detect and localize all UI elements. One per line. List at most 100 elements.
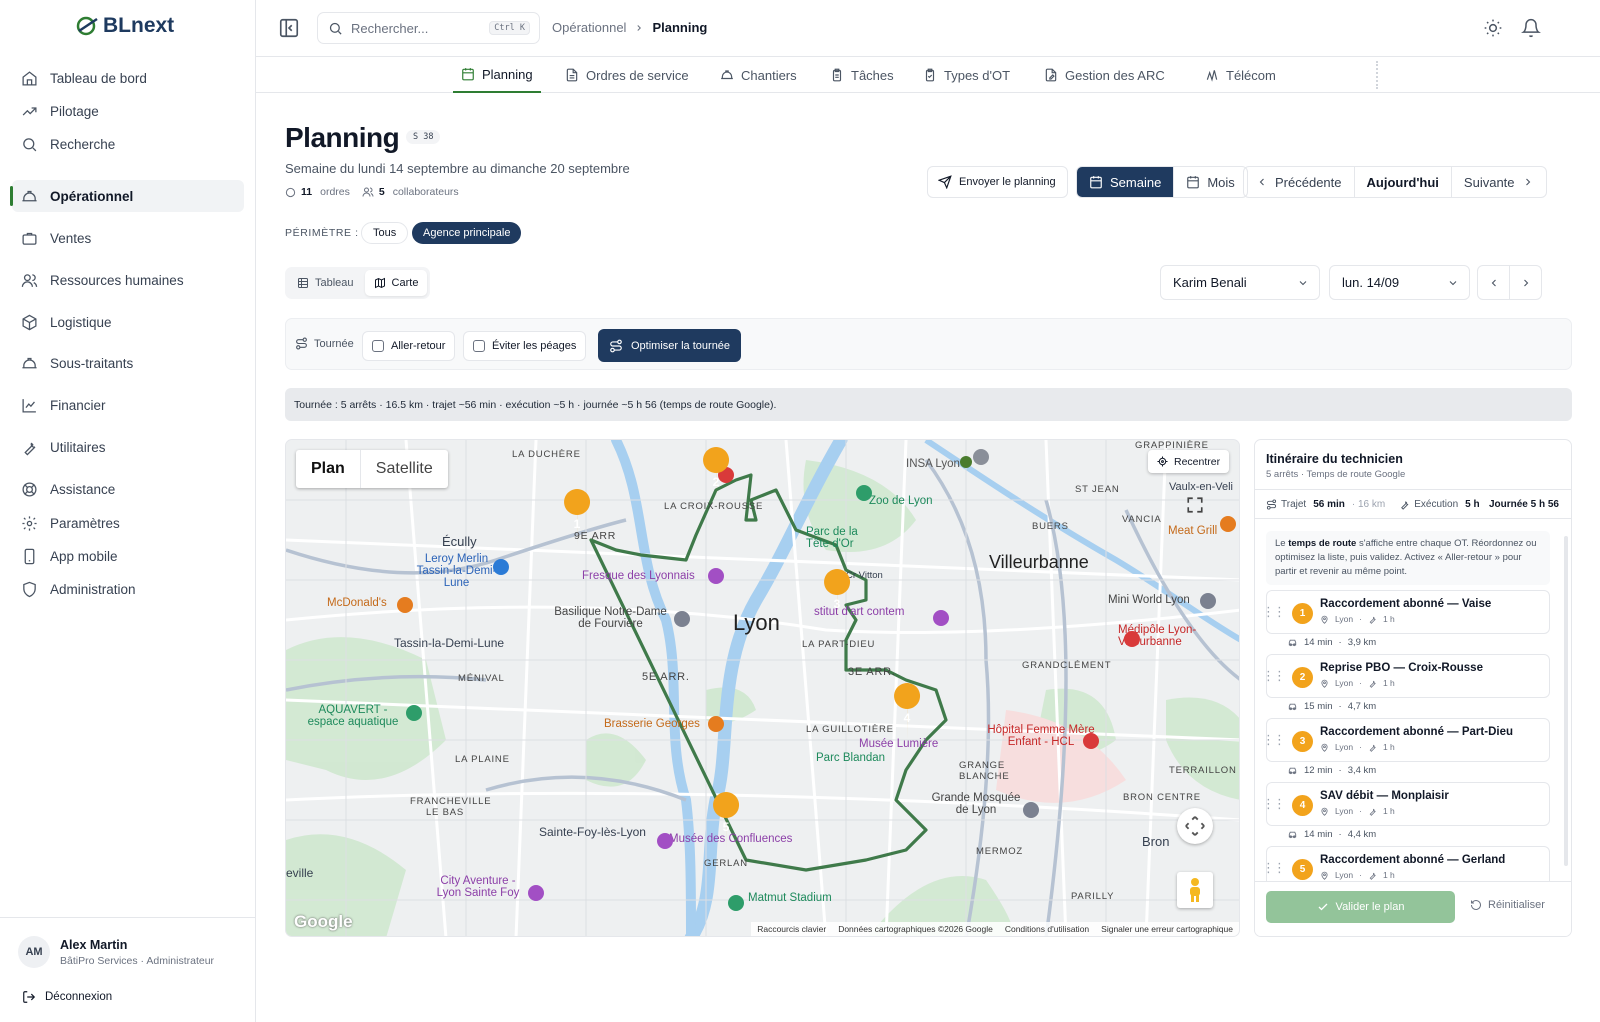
wrench-icon: [1369, 744, 1376, 752]
tab-planning[interactable]: Planning: [453, 57, 541, 93]
breadcrumb-item[interactable]: Opérationnel: [552, 20, 626, 35]
map-pan-control[interactable]: [1177, 808, 1213, 844]
perimetre-option-tous[interactable]: Tous: [361, 222, 409, 244]
leg-sep: ·: [1338, 701, 1342, 712]
next-day-button[interactable]: [1509, 265, 1542, 300]
route-icon: [610, 339, 622, 352]
itinerary-subtitle: 5 arrêts · Temps de route Google: [1266, 469, 1406, 480]
sidebar-item-administration[interactable]: Administration: [12, 573, 244, 605]
sidebar-item-sous-traitants[interactable]: Sous-traitants: [12, 347, 244, 379]
logout-icon: [23, 991, 36, 1003]
fullscreen-button[interactable]: [1177, 487, 1213, 523]
drag-handle-icon[interactable]: ⋮⋮: [1262, 796, 1286, 812]
drag-handle-icon[interactable]: ⋮⋮: [1262, 604, 1286, 620]
stop-city: Lyon: [1335, 614, 1354, 624]
tab-chantiers[interactable]: Chantiers: [712, 57, 805, 93]
round-trip-checkbox[interactable]: Aller-retour: [362, 331, 456, 361]
next-period-button[interactable]: Suivante: [1452, 167, 1546, 197]
tabs-divider: [1376, 61, 1380, 89]
send-planning-button[interactable]: Envoyer le planning: [927, 166, 1068, 198]
app-logo[interactable]: BLnext: [75, 14, 174, 38]
leg-info: 15 min · 4,7 km: [1287, 701, 1376, 712]
avoid-tolls-checkbox[interactable]: Éviter les péages: [463, 331, 587, 361]
validate-plan-button[interactable]: Valider le plan: [1266, 891, 1455, 923]
signal-icon: [1206, 70, 1218, 82]
map-type-plan[interactable]: Plan: [296, 450, 361, 488]
attribution-item[interactable]: Conditions d'utilisation: [1005, 924, 1089, 934]
search-input[interactable]: Rechercher... Ctrl K: [317, 12, 540, 44]
prev-label: Précédente: [1275, 174, 1342, 190]
sidebar-item-recherche[interactable]: Recherche: [12, 128, 244, 160]
logout-button[interactable]: Déconnexion: [22, 990, 112, 1004]
itinerary-stop-card[interactable]: ⋮⋮ 4 SAV débit — Monplaisir Lyon · 1 h: [1262, 782, 1550, 826]
stop-number-badge: 4: [1292, 795, 1313, 816]
map-type-satellite[interactable]: Satellite: [361, 450, 448, 488]
tab-arc[interactable]: Gestion des ARC: [1036, 57, 1173, 93]
itinerary-stop-card[interactable]: ⋮⋮ 1 Raccordement abonné — Vaise Lyon · 1 h: [1262, 590, 1550, 634]
line-chart-icon: [22, 398, 36, 413]
stop-number: 5: [723, 820, 730, 834]
view-week-button[interactable]: Semaine: [1077, 167, 1175, 197]
display-map-button[interactable]: Carte: [364, 270, 428, 296]
recenter-button[interactable]: Recentrer: [1148, 450, 1230, 473]
attribution-item[interactable]: Raccourcis clavier: [757, 924, 826, 934]
sidebar-item-ventes[interactable]: Ventes: [12, 222, 244, 254]
perimetre-option-agence[interactable]: Agence principale: [412, 222, 522, 244]
car-icon: [1288, 767, 1297, 775]
map-attribution: Raccourcis clavier Données cartographiqu…: [751, 922, 1239, 936]
stop-city: Lyon: [1335, 870, 1354, 880]
hard-hat-icon: [22, 190, 37, 201]
tab-label: Planning: [482, 66, 533, 82]
sidebar-item-parametres[interactable]: Paramètres: [12, 507, 244, 539]
tab-telecom[interactable]: Télécom: [1197, 57, 1284, 93]
hard-hat-icon: [721, 70, 733, 80]
sun-icon[interactable]: [1483, 18, 1503, 38]
chevron-right-icon: [1525, 178, 1530, 186]
map[interactable]: Lyon Villeurbanne LA DUCHÈRE LA CROIX-RO…: [285, 439, 1240, 937]
prev-day-button[interactable]: [1477, 265, 1510, 300]
sidebar-item-logistique[interactable]: Logistique: [12, 306, 244, 338]
day-select[interactable]: lun. 14/09: [1329, 265, 1470, 300]
tab-types-ot[interactable]: Types d'OT: [915, 57, 1018, 93]
leg-distance: 4,7 km: [1347, 701, 1377, 712]
technician-value: Karim Benali: [1173, 275, 1247, 290]
collab-label: collaborateurs: [392, 186, 459, 198]
tab-label: Tâches: [851, 67, 894, 83]
tab-taches[interactable]: Tâches: [822, 57, 902, 93]
drag-handle-icon[interactable]: ⋮⋮: [1262, 860, 1286, 876]
technician-select[interactable]: Karim Benali: [1160, 265, 1320, 300]
optimize-tour-button[interactable]: Optimiser la tournée: [598, 329, 742, 362]
sidebar-item-pilotage[interactable]: Pilotage: [12, 95, 244, 127]
sidebar-item-ressources-humaines[interactable]: Ressources humaines: [12, 264, 244, 296]
chevron-left-icon: [1491, 279, 1496, 286]
street-view-pegman[interactable]: [1177, 872, 1213, 908]
bell-icon[interactable]: [1521, 18, 1541, 38]
view-month-button[interactable]: Mois: [1174, 167, 1246, 197]
scrollbar[interactable]: [1564, 536, 1568, 866]
display-table-button[interactable]: Tableau: [288, 270, 363, 296]
drag-handle-icon[interactable]: ⋮⋮: [1262, 732, 1286, 748]
sidebar-item-tableau-de-bord[interactable]: Tableau de bord: [12, 62, 244, 94]
sidebar-item-app-mobile[interactable]: App mobile: [12, 540, 244, 572]
tab-ordres[interactable]: Ordres de service: [557, 57, 697, 93]
day-value: lun. 14/09: [1342, 275, 1400, 290]
sidebar-toggle-icon[interactable]: [278, 17, 300, 39]
drag-handle-icon[interactable]: ⋮⋮: [1262, 668, 1286, 684]
sidebar-item-label: Recherche: [50, 136, 116, 152]
sidebar-item-operationnel[interactable]: Opérationnel: [10, 180, 244, 212]
itinerary-footer: Valider le plan Réinitialiser: [1255, 881, 1571, 936]
orders-count: 11: [301, 186, 313, 198]
car-icon: [1288, 703, 1297, 711]
attribution-item[interactable]: Signaler une erreur cartographique: [1101, 924, 1233, 934]
sidebar-item-assistance[interactable]: Assistance: [12, 473, 244, 505]
sidebar-item-financier[interactable]: Financier: [12, 389, 244, 421]
sidebar-item-utilitaires[interactable]: Utilitaires: [12, 431, 244, 463]
itinerary-stop-card[interactable]: ⋮⋮ 3 Raccordement abonné — Part-Dieu Lyon · 1…: [1262, 718, 1550, 762]
reset-button[interactable]: Réinitialiser: [1470, 899, 1545, 911]
itinerary-stop-card[interactable]: ⋮⋮ 2 Reprise PBO — Croix-Rousse Lyon · 1 h: [1262, 654, 1550, 698]
today-button[interactable]: Aujourd'hui: [1355, 167, 1452, 197]
tab-label: Types d'OT: [944, 67, 1011, 83]
stop-meta: Lyon · 1 h: [1320, 742, 1395, 752]
prev-period-button[interactable]: Précédente: [1244, 167, 1355, 197]
avatar[interactable]: AM: [18, 936, 50, 968]
